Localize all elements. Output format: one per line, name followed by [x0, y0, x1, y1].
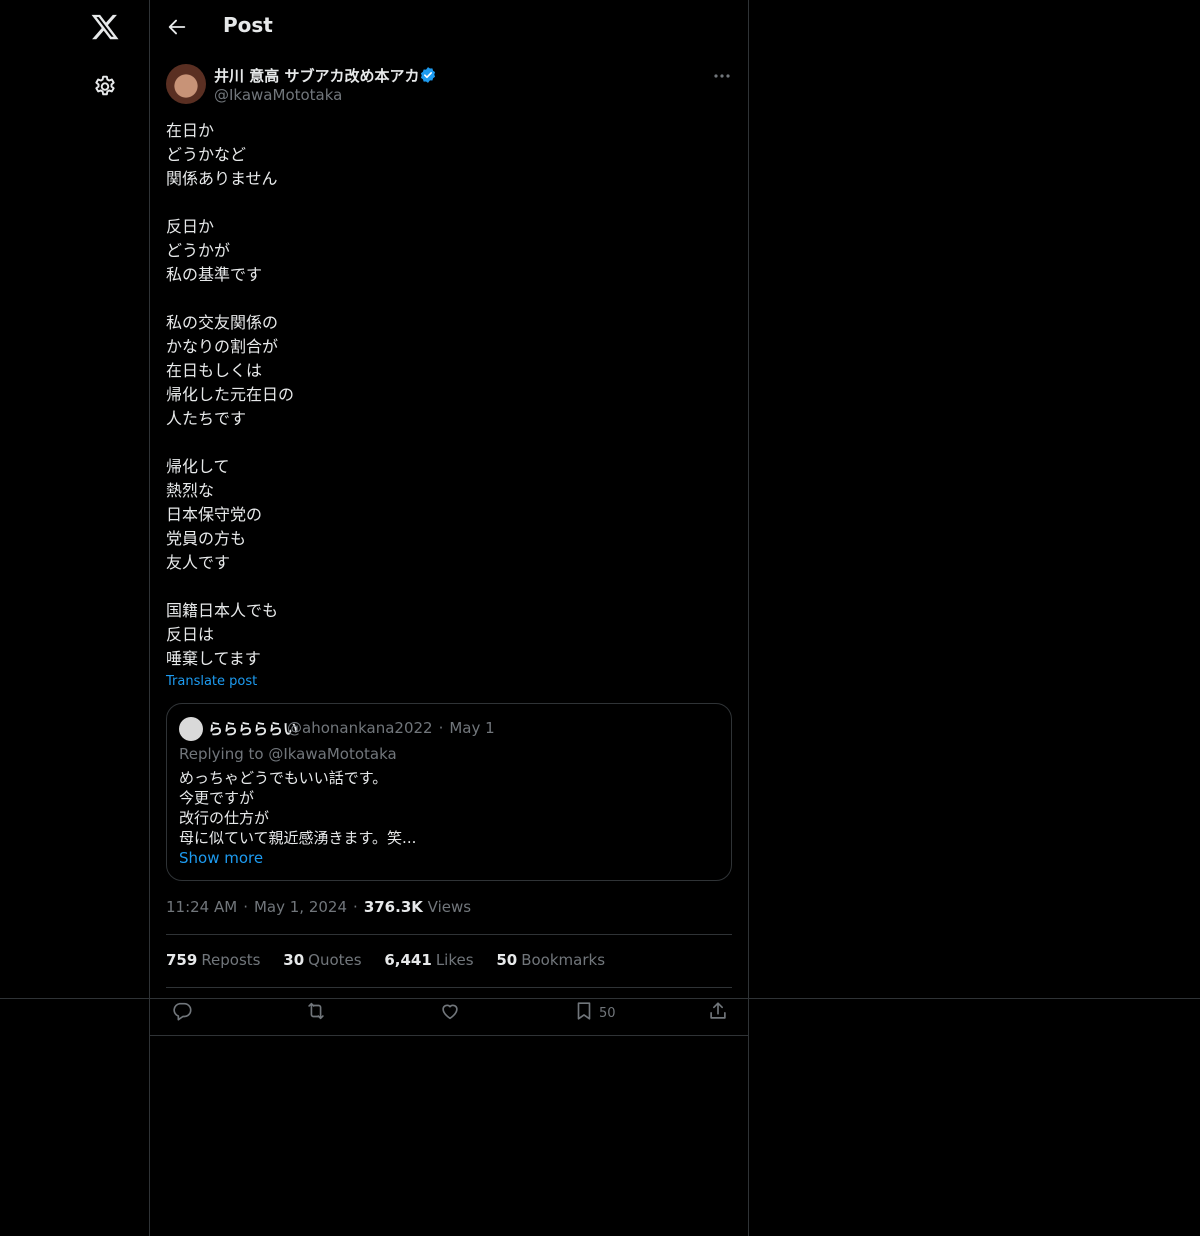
quote-line: めっちゃどうでもいい話です。	[179, 769, 388, 787]
quote-meta: @ahonankana2022 · May 1	[287, 719, 495, 737]
quote-line: 今更ですが	[179, 789, 255, 807]
bookmark-icon	[577, 1002, 591, 1020]
quotes-label: Quotes	[308, 951, 362, 969]
likes-label: Likes	[435, 951, 474, 969]
quote-author-name: らららららい	[208, 720, 299, 738]
share-icon[interactable]	[707, 1000, 729, 1024]
post-line: 日本保守党の	[166, 505, 263, 524]
post-line: 党員の方も	[166, 529, 247, 548]
post-header: Post	[150, 0, 748, 53]
separator-dot: ·	[243, 898, 248, 916]
show-more-link[interactable]: Show more	[179, 849, 263, 867]
post-line: 私の交友関係の	[166, 313, 279, 332]
post-line: 在日か	[166, 121, 215, 140]
quotes-count: 30	[283, 951, 305, 969]
separator-dot: ·	[353, 898, 358, 916]
divider	[166, 934, 732, 935]
quoted-post[interactable]: らららららい @ahonankana2022 · May 1 Replying to…	[166, 703, 732, 881]
post-time[interactable]: 11:24 AM	[166, 898, 237, 916]
quote-replying-to: Replying to @IkawaMototaka	[179, 745, 397, 763]
post-line: かなりの割合が	[166, 337, 279, 356]
bookmarks-label: Bookmarks	[521, 951, 606, 969]
post-timestamp: 11:24 AM · May 1, 2024 · 376.3K Views	[166, 898, 471, 916]
divider	[0, 998, 1200, 999]
post-line: 在日もしくは	[166, 361, 263, 380]
action-bar: 50	[150, 999, 748, 1035]
post-line: 反日か	[166, 217, 215, 236]
bookmarks-stat[interactable]: 50 Bookmarks	[496, 951, 605, 969]
post-paragraph: 在日か どうかなど 関係ありません	[166, 119, 726, 191]
post-line: 唾棄してます	[166, 649, 261, 668]
separator-dot: ·	[438, 719, 444, 737]
likes-stat[interactable]: 6,441 Likes	[384, 951, 473, 969]
post-line: どうかが	[166, 241, 231, 260]
back-arrow-icon[interactable]	[166, 16, 188, 38]
left-nav	[0, 0, 149, 1236]
author-display-name[interactable]: 井川 意高 サブアカ改め本アカ	[214, 65, 419, 86]
quotes-stat[interactable]: 30 Quotes	[283, 951, 361, 969]
post-line: 帰化した元在日の	[166, 385, 295, 404]
reposts-stat[interactable]: 759 Reposts	[166, 951, 261, 969]
page-title: Post	[223, 13, 273, 37]
post-line: 関係ありません	[166, 169, 278, 188]
quote-author-handle: @ahonankana2022	[287, 719, 433, 737]
post-line: 人たちです	[166, 409, 247, 428]
post-paragraph: 反日か どうかが 私の基準です	[166, 215, 726, 287]
post-paragraph: 私の交友関係の かなりの割合が 在日もしくは 帰化した元在日の 人たちです	[166, 311, 726, 431]
quote-line: 改行の仕方が	[179, 809, 270, 827]
post-line: どうかなど	[166, 145, 247, 164]
quote-date: May 1	[449, 719, 495, 737]
gear-icon[interactable]	[92, 74, 118, 100]
quote-text: めっちゃどうでもいい話です。 今更ですが 改行の仕方が 母に似ていて親近感湧きま…	[179, 768, 709, 848]
repost-icon[interactable]	[305, 1000, 327, 1024]
reposts-label: Reposts	[201, 951, 261, 969]
post-author: 井川 意高 サブアカ改め本アカ @IkawaMototaka	[166, 64, 732, 108]
post-paragraph: 国籍日本人でも 反日は 唾棄してます	[166, 599, 726, 671]
post-column: Post 井川 意高 サブアカ改め本アカ @IkawaMototaka 在日か …	[149, 0, 749, 1236]
post-line: 友人です	[166, 553, 231, 572]
author-handle[interactable]: @IkawaMototaka	[214, 86, 342, 104]
post-paragraph: 帰化して 熱烈な 日本保守党の 党員の方も 友人です	[166, 455, 726, 575]
divider	[150, 1035, 748, 1036]
bookmark-button[interactable]: 50	[573, 1000, 616, 1024]
x-logo-icon[interactable]	[90, 12, 120, 42]
avatar[interactable]	[166, 64, 206, 104]
reposts-count: 759	[166, 951, 198, 969]
like-icon[interactable]	[439, 1000, 461, 1024]
post-text: 在日か どうかなど 関係ありません 反日か どうかが 私の基準です 私の交友関係…	[166, 119, 726, 671]
quote-line: 母に似ていて親近感湧きます。笑...	[179, 829, 417, 847]
views-count: 376.3K	[363, 898, 423, 916]
post-stats: 759 Reposts 30 Quotes 6,441 Likes 50 Bookmar…	[166, 951, 623, 969]
translate-post-link[interactable]: Translate post	[166, 674, 257, 689]
post-date[interactable]: May 1, 2024	[254, 898, 347, 916]
post-line: 帰化して	[166, 457, 230, 476]
divider	[166, 987, 732, 988]
bookmarks-count: 50	[496, 951, 518, 969]
app: Post 井川 意高 サブアカ改め本アカ @IkawaMototaka 在日か …	[0, 0, 1200, 1236]
post-line: 熱烈な	[166, 481, 215, 500]
post-line: 私の基準です	[166, 265, 263, 284]
verified-badge-icon[interactable]	[419, 66, 437, 84]
post-line: 反日は	[166, 625, 215, 644]
likes-count: 6,441	[384, 951, 432, 969]
quote-avatar[interactable]	[179, 717, 203, 741]
reply-icon[interactable]	[171, 1000, 193, 1024]
more-icon[interactable]	[712, 68, 732, 82]
views-label: Views	[427, 898, 472, 916]
bookmark-count: 50	[599, 1006, 616, 1021]
post-line: 国籍日本人でも	[166, 601, 279, 620]
